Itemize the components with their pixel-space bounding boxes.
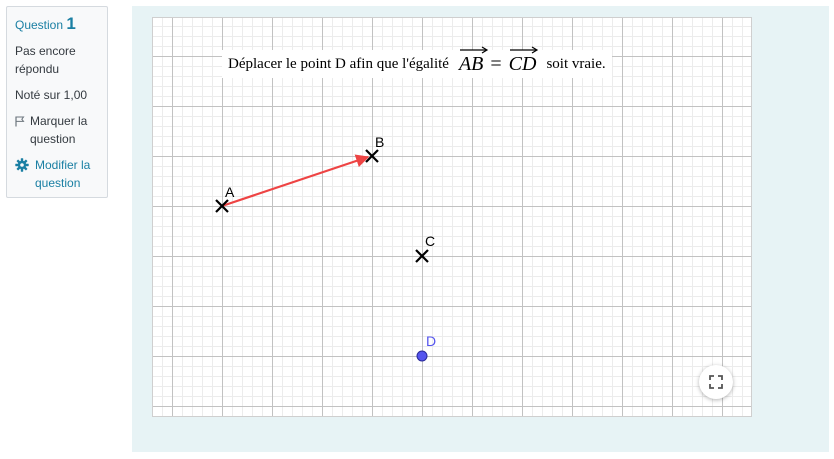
vector-equality: AB = CD [458,45,538,76]
question-grade: Noté sur 1,00 [15,88,88,102]
instruction-suffix: soit vraie. [546,55,606,72]
instruction-main: Déplacer le point D afin que l'égalité [228,55,449,72]
equals-sign: = [490,52,502,75]
vector-ab-text: AB [458,52,484,75]
flag-question-label: Marquer la question [30,114,88,146]
question-info-panel: Question 1 Pas encore répondu Noté sur 1… [6,6,108,198]
fullscreen-button[interactable] [699,365,733,399]
edit-question-label: Modifier la question [35,158,91,190]
vector-ab: AB [458,45,489,76]
point-c-label: C [425,233,435,249]
flag-icon [15,116,25,127]
vector-cd-text: CD [508,52,537,75]
vector-ab-arrow [221,154,370,208]
question-number-line: Question 1 [15,15,99,34]
gear-icon [15,158,29,172]
question-number: 1 [66,14,76,33]
question-state: Pas encore répondu [15,44,76,76]
point-b-label: B [375,134,384,150]
question-label: Question [15,18,64,32]
vector-cd: CD [508,45,538,76]
point-d-handle[interactable] [416,350,428,362]
flag-question-link[interactable]: Marquer la question [15,112,99,148]
point-d-label: D [426,333,436,349]
vector-arrow-icon [509,45,538,54]
fullscreen-icon [709,375,723,389]
point-a-label: A [225,184,235,200]
vector-arrow-icon [459,45,489,54]
instruction-text: Déplacer le point D afin que l'égalité A… [222,45,612,78]
edit-question-link[interactable]: Modifier la question [15,156,99,192]
